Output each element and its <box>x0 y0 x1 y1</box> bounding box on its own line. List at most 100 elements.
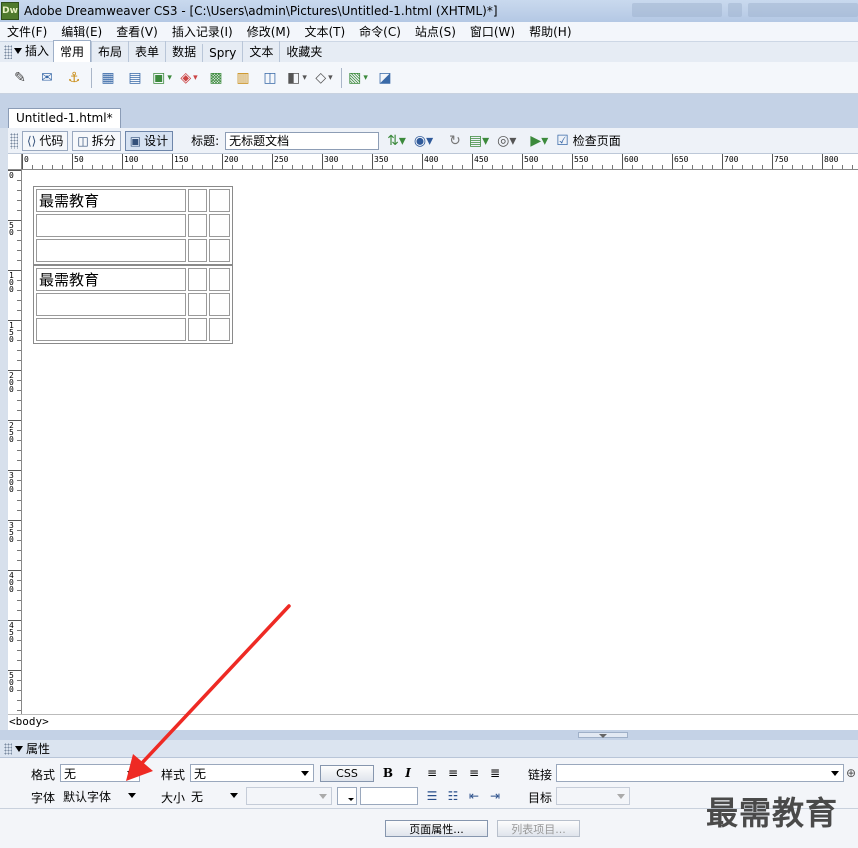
tag-chooser-icon[interactable]: ◪ <box>375 68 395 88</box>
check-page-button[interactable]: 检查页面 <box>573 132 621 149</box>
panel-splitter[interactable] <box>0 730 858 740</box>
file-management-icon[interactable]: ⇅▾ <box>387 133 406 149</box>
table-2[interactable]: 最需教育 <box>33 265 233 344</box>
table-cell[interactable] <box>209 239 230 262</box>
table-cell[interactable] <box>36 214 186 237</box>
table-cell[interactable] <box>188 214 207 237</box>
split-view-button[interactable]: ◫ 拆分 <box>72 130 121 151</box>
visual-aids-icon[interactable]: ◎▾ <box>497 133 516 149</box>
table-cell[interactable] <box>36 293 186 316</box>
validate-markup-icon[interactable]: ▶▾ <box>530 133 548 149</box>
tab-favorites[interactable]: 收藏夹 <box>279 41 328 62</box>
script-icon[interactable]: ◇ <box>314 68 334 88</box>
unordered-list-icon[interactable]: ☰ <box>424 788 440 804</box>
ruler-corner[interactable] <box>8 154 22 170</box>
dreamweaver-logo-icon: Dw <box>1 2 19 20</box>
check-page-icon[interactable]: ☑ <box>556 133 569 149</box>
table-cell[interactable] <box>209 318 230 341</box>
table-cell[interactable]: 最需教育 <box>36 268 186 291</box>
outdent-icon[interactable]: ⇤ <box>466 788 482 804</box>
table-cell[interactable] <box>209 293 230 316</box>
table-cell[interactable] <box>209 214 230 237</box>
menu-site[interactable]: 站点(S) <box>408 23 463 40</box>
design-view-button[interactable]: ▣ 设计 <box>124 130 174 151</box>
ruler-minor-tick <box>662 165 663 169</box>
align-left-icon[interactable]: ≡ <box>424 765 440 781</box>
table-cell[interactable] <box>36 239 186 262</box>
page-title-input[interactable] <box>225 131 380 150</box>
menu-insert-record[interactable]: 插入记录(I) <box>165 23 240 40</box>
div-tag-icon[interactable]: ▤ <box>125 68 145 88</box>
templates-icon[interactable]: ▧ <box>348 68 368 88</box>
align-center-icon[interactable]: ≡ <box>445 765 461 781</box>
head-icon[interactable]: ◧ <box>287 68 307 88</box>
email-link-icon[interactable]: ✉ <box>37 68 57 88</box>
ordered-list-icon[interactable]: ☷ <box>445 788 461 804</box>
table-cell[interactable] <box>188 189 207 212</box>
table-1[interactable]: 最需教育 <box>33 186 233 265</box>
css-button[interactable]: CSS <box>320 765 374 782</box>
menu-edit[interactable]: 编辑(E) <box>54 23 109 40</box>
hyperlink-icon[interactable]: ✎ <box>10 68 30 88</box>
menu-commands[interactable]: 命令(C) <box>352 23 408 40</box>
ruler-minor-tick <box>842 165 843 169</box>
link-input[interactable] <box>556 764 844 782</box>
table-cell[interactable] <box>188 268 207 291</box>
text-color-input[interactable] <box>360 787 418 805</box>
table-cell[interactable] <box>209 268 230 291</box>
image-icon[interactable]: ▣ <box>152 68 172 88</box>
named-anchor-icon[interactable]: ⚓ <box>64 68 84 88</box>
menu-view[interactable]: 查看(V) <box>109 23 165 40</box>
properties-panel-toggle[interactable]: 属性 <box>15 740 50 757</box>
size-select[interactable]: 无 <box>188 787 242 805</box>
tab-spry[interactable]: Spry <box>202 44 242 62</box>
toolbar-grip-icon[interactable] <box>10 132 18 149</box>
indent-icon[interactable]: ⇥ <box>487 788 503 804</box>
tab-text[interactable]: 文本 <box>242 41 279 62</box>
table-cell[interactable] <box>188 293 207 316</box>
menu-help[interactable]: 帮助(H) <box>522 23 578 40</box>
table-cell[interactable] <box>188 239 207 262</box>
tab-layout[interactable]: 布局 <box>91 41 128 62</box>
target-label: 目标 <box>528 791 553 805</box>
tag-body[interactable]: <body> <box>9 715 49 728</box>
panel-grip-icon[interactable] <box>4 45 12 59</box>
text-color-picker[interactable] <box>337 787 357 805</box>
menu-window[interactable]: 窗口(W) <box>463 23 522 40</box>
date-icon[interactable]: ▩ <box>206 68 226 88</box>
collapse-handle-icon[interactable] <box>578 732 628 738</box>
table-cell[interactable] <box>188 318 207 341</box>
comment-icon[interactable]: ◫ <box>260 68 280 88</box>
font-select[interactable]: 默认字体 <box>60 787 140 805</box>
menu-file[interactable]: 文件(F) <box>0 23 54 40</box>
format-select[interactable]: 无 <box>60 764 140 782</box>
align-justify-icon[interactable]: ≣ <box>487 765 503 781</box>
media-icon[interactable]: ◈ <box>179 68 199 88</box>
table-cell[interactable] <box>36 318 186 341</box>
tab-common[interactable]: 常用 <box>53 40 92 62</box>
align-right-icon[interactable]: ≡ <box>466 765 482 781</box>
insert-panel-toggle[interactable]: 插入 <box>14 42 53 62</box>
refresh-icon[interactable]: ↻ <box>449 133 461 149</box>
table-cell[interactable] <box>209 189 230 212</box>
tab-forms[interactable]: 表单 <box>128 41 165 62</box>
server-side-include-icon[interactable]: ▥ <box>233 68 253 88</box>
table-cell[interactable]: 最需教育 <box>36 189 186 212</box>
ruler-minor-tick <box>492 165 493 169</box>
point-to-file-icon[interactable]: ⊕ <box>844 765 858 781</box>
document-tab-untitled[interactable]: Untitled-1.html* <box>8 108 121 128</box>
style-select[interactable]: 无 <box>190 764 314 782</box>
panel-grip-icon[interactable] <box>4 742 12 755</box>
view-options-icon[interactable]: ▤▾ <box>469 133 489 149</box>
design-view-canvas[interactable]: 最需教育 最需教育 <box>22 170 858 714</box>
bold-button[interactable]: B <box>380 765 396 781</box>
menu-modify[interactable]: 修改(M) <box>240 23 298 40</box>
tab-data[interactable]: 数据 <box>165 41 202 62</box>
page-properties-button[interactable]: 页面属性... <box>385 820 488 837</box>
menu-text[interactable]: 文本(T) <box>297 23 352 40</box>
preview-in-browser-icon[interactable]: ◉▾ <box>414 133 433 149</box>
italic-button[interactable]: I <box>400 765 416 781</box>
code-view-button[interactable]: ⟨⟩ 代码 <box>22 130 69 151</box>
table-icon[interactable]: ▦ <box>98 68 118 88</box>
toolbar-separator <box>341 67 342 88</box>
